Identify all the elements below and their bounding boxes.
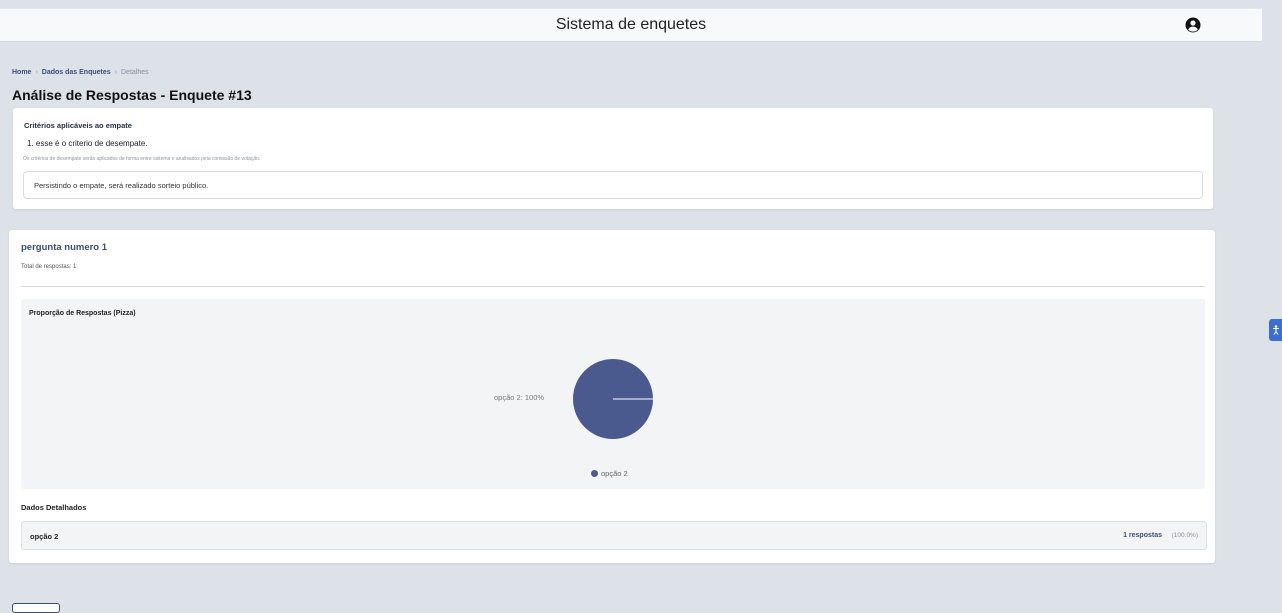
accessibility-icon [1272,325,1279,335]
app-title: Sistema de enquetes [555,16,707,33]
criteria-fallback-box: Persistindo o empate, será realizado sor… [23,171,1203,199]
pie-slice-label: opção 2: 100% [494,393,545,402]
user-circle-icon[interactable] [1185,17,1201,33]
accessibility-button[interactable] [1269,319,1282,341]
criteria-card: Critérios aplicáveis ao empate 1. esse é… [13,108,1213,209]
breadcrumb-dados[interactable]: Dados das Enquetes [42,69,111,76]
breadcrumb-separator: › [114,69,117,76]
breadcrumb-separator: › [35,69,38,76]
question-total: Total de respostas: 1 [21,264,77,270]
top-bar: Sistema de enquetes [0,8,1262,42]
details-title: Dados Detalhados [21,503,87,512]
question-title: pergunta numero 1 [21,242,108,253]
page-title: Análise de Respostas - Enquete #13 [12,87,252,103]
breadcrumb: Home › Dados das Enquetes › Detalhes [12,69,149,76]
pie-chart [573,359,653,439]
legend-swatch [591,470,598,477]
pie-chart-panel: Proporção de Respostas (Pizza) opção 2: … [21,299,1205,489]
detail-count: 1 respostas [1123,532,1162,539]
chart-legend: opção 2 [591,469,628,478]
detail-option: opção 2 [30,532,59,541]
criteria-note: Os critérios de desempate serão aplicado… [23,156,261,162]
detail-percent: (100.0%) [1171,532,1198,539]
divider [21,286,1205,287]
criteria-fallback-text: Persistindo o empate, será realizado sor… [34,180,209,190]
question-card: pergunta numero 1 Total de respostas: 1 … [9,230,1215,563]
breadcrumb-current: Detalhes [121,69,149,76]
back-button[interactable] [12,603,60,613]
detail-row: opção 2 1 respostas (100.0%) [21,521,1207,550]
legend-label: opção 2 [601,469,628,478]
breadcrumb-home[interactable]: Home [12,69,31,76]
criteria-title: Critérios aplicáveis ao empate [24,121,132,130]
criteria-item: 1. esse é o criterio de desempate. [27,139,148,148]
